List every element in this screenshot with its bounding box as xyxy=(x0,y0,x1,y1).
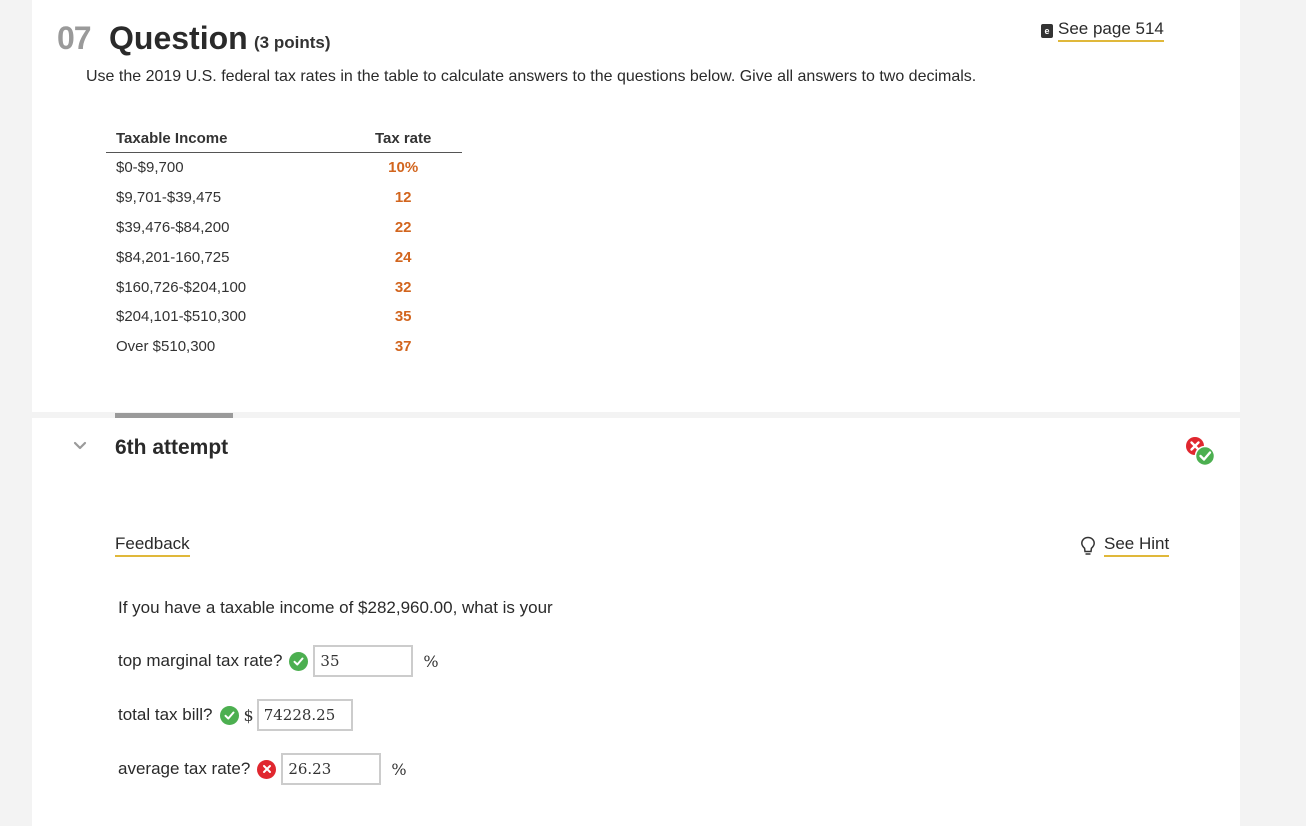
table-row: $204,101-$510,300 35 xyxy=(106,302,462,332)
check-icon xyxy=(219,705,239,725)
lightbulb-icon xyxy=(1081,536,1095,555)
question-instructions: Use the 2019 U.S. federal tax rates in t… xyxy=(86,68,977,85)
rate-cell: 22 xyxy=(394,218,412,236)
column-header-income: Taxable Income xyxy=(106,128,315,153)
check-icon xyxy=(289,651,309,671)
attempt-label: 6th attempt xyxy=(115,436,229,459)
question-points: (3 points) xyxy=(254,33,331,52)
percent-unit: % xyxy=(391,759,407,779)
income-cell: Over $510,300 xyxy=(116,338,216,356)
question-row-total-tax: total tax bill? $ xyxy=(118,699,353,731)
table-header-row: Taxable Income Tax rate xyxy=(106,128,462,153)
table-row: $84,201-160,725 24 xyxy=(106,242,462,272)
question-label: average tax rate? xyxy=(118,759,251,778)
see-page-label: See page 514 xyxy=(1058,19,1164,42)
rate-cell: 35 xyxy=(394,308,412,326)
table-row: $160,726-$204,100 32 xyxy=(106,272,462,302)
column-header-rate: Tax rate xyxy=(314,128,462,153)
dollar-prefix: $ xyxy=(243,705,254,725)
chevron-down-icon[interactable] xyxy=(73,439,87,453)
table-row: Over $510,300 37 xyxy=(106,332,462,362)
rate-cell: 37 xyxy=(394,338,412,356)
income-cell: $0-$9,700 xyxy=(116,159,184,177)
income-cell: $9,701-$39,475 xyxy=(116,189,222,207)
percent-unit: % xyxy=(423,651,439,671)
table-row: $39,476-$84,200 22 xyxy=(106,213,462,243)
total-tax-input[interactable] xyxy=(256,699,353,731)
see-hint-label: See Hint xyxy=(1104,534,1170,557)
table-row: $0-$9,700 10% xyxy=(106,153,462,183)
question-row-average-rate: average tax rate? % xyxy=(118,753,407,785)
tax-rate-table: Taxable Income Tax rate $0-$9,700 10% $9,… xyxy=(106,128,462,362)
see-hint-button[interactable]: See Hint xyxy=(1080,534,1170,557)
income-cell: $160,726-$204,100 xyxy=(116,278,247,296)
rate-cell: 10% xyxy=(388,159,419,177)
problem-prompt: If you have a taxable income of $282,960… xyxy=(118,598,553,617)
ebook-icon: e xyxy=(1041,23,1053,38)
average-rate-input[interactable] xyxy=(281,753,382,785)
question-number: 07 xyxy=(57,20,92,56)
marginal-rate-input[interactable] xyxy=(313,645,414,677)
rate-cell: 24 xyxy=(394,248,412,266)
question-title: Question xyxy=(109,20,248,56)
question-row-marginal-rate: top marginal tax rate? % xyxy=(118,645,439,677)
feedback-link[interactable]: Feedback xyxy=(115,534,190,557)
x-icon xyxy=(257,759,277,779)
see-page-link[interactable]: e See page 514 xyxy=(1041,19,1164,42)
attempt-tab-indicator xyxy=(115,413,233,418)
income-cell: $39,476-$84,200 xyxy=(116,218,230,236)
mixed-result-icon xyxy=(1186,437,1216,467)
table-row: $9,701-$39,475 12 xyxy=(106,183,462,213)
rate-cell: 32 xyxy=(394,278,412,296)
income-cell: $84,201-160,725 xyxy=(116,248,230,266)
question-label: top marginal tax rate? xyxy=(118,651,283,670)
rate-cell: 12 xyxy=(394,189,412,207)
income-cell: $204,101-$510,300 xyxy=(116,308,247,326)
question-label: total tax bill? xyxy=(118,705,213,724)
